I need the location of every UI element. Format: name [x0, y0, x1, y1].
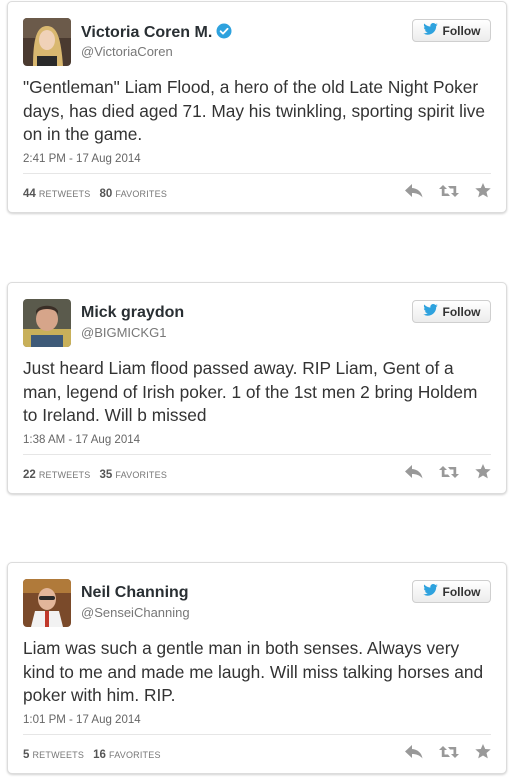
follow-button[interactable]: Follow	[412, 19, 491, 42]
tweet-stats: 22 RETWEETS 35 FAVORITES	[23, 469, 173, 481]
retweet-count[interactable]: 44	[23, 188, 36, 200]
divider	[23, 454, 491, 455]
display-name[interactable]: Neil Channing	[81, 584, 189, 602]
tweet-card: Mick graydon @BIGMICKG1 Follow Just hear…	[7, 282, 507, 494]
display-name-text: Victoria Coren M.	[81, 24, 213, 41]
favorites-label: FAVORITES	[115, 189, 168, 199]
favorite-count[interactable]: 16	[93, 749, 106, 761]
timestamp[interactable]: 1:01 PM - 17 Aug 2014	[23, 714, 141, 726]
retweet-count[interactable]: 22	[23, 469, 36, 481]
retweet-icon[interactable]	[439, 184, 459, 203]
avatar[interactable]	[23, 18, 71, 66]
divider	[23, 173, 491, 174]
favorite-count[interactable]: 80	[100, 188, 113, 200]
follow-button[interactable]: Follow	[412, 300, 491, 323]
display-name[interactable]: Victoria Coren M.	[81, 23, 232, 44]
retweets-label: RETWEETS	[32, 750, 85, 760]
follow-label: Follow	[442, 584, 481, 599]
display-name-text: Neil Channing	[81, 584, 189, 601]
favorite-star-icon[interactable]	[475, 744, 491, 764]
tweet-text: Liam was such a gentle man in both sense…	[23, 638, 484, 705]
timestamp[interactable]: 2:41 PM - 17 Aug 2014	[23, 153, 141, 165]
timestamp[interactable]: 1:38 AM - 17 Aug 2014	[23, 434, 140, 446]
twitter-bird-icon	[422, 584, 438, 599]
retweets-label: RETWEETS	[38, 470, 91, 480]
reply-icon[interactable]	[405, 744, 423, 764]
twitter-bird-icon	[422, 23, 438, 38]
user-handle[interactable]: @BIGMICKG1	[81, 325, 166, 340]
display-name-text: Mick graydon	[81, 304, 185, 321]
retweets-label: RETWEETS	[38, 189, 91, 199]
tweet-text: "Gentleman" Liam Flood, a hero of the ol…	[23, 77, 486, 144]
tweet-stats: 44 RETWEETS 80 FAVORITES	[23, 188, 173, 200]
divider	[23, 734, 491, 735]
tweet-card: Neil Channing @SenseiChanning Follow Lia…	[7, 562, 507, 774]
tweet-card: Victoria Coren M. @VictoriaCoren Follow …	[7, 1, 507, 213]
user-handle[interactable]: @VictoriaCoren	[81, 44, 173, 59]
reply-icon[interactable]	[405, 464, 423, 484]
favorite-star-icon[interactable]	[475, 464, 491, 484]
display-name[interactable]: Mick graydon	[81, 304, 184, 322]
retweet-count[interactable]: 5	[23, 749, 29, 761]
tweet-actions	[405, 464, 491, 484]
favorite-count[interactable]: 35	[100, 469, 113, 481]
user-handle[interactable]: @SenseiChanning	[81, 605, 190, 620]
retweet-icon[interactable]	[439, 465, 459, 484]
follow-label: Follow	[442, 304, 481, 319]
favorites-label: FAVORITES	[109, 750, 161, 760]
verified-badge-icon	[216, 23, 232, 44]
tweet-actions	[405, 744, 491, 764]
follow-label: Follow	[442, 23, 481, 38]
avatar[interactable]	[23, 579, 71, 627]
tweet-stats: 5 RETWEETS 16 FAVORITES	[23, 749, 167, 761]
reply-icon[interactable]	[405, 183, 423, 203]
favorite-star-icon[interactable]	[475, 183, 491, 203]
retweet-icon[interactable]	[439, 745, 459, 764]
twitter-bird-icon	[422, 304, 438, 319]
follow-button[interactable]: Follow	[412, 580, 491, 603]
tweet-actions	[405, 183, 491, 203]
tweet-text: Just heard Liam flood passed away. RIP L…	[23, 358, 478, 425]
avatar[interactable]	[23, 299, 71, 347]
favorites-label: FAVORITES	[115, 470, 168, 480]
